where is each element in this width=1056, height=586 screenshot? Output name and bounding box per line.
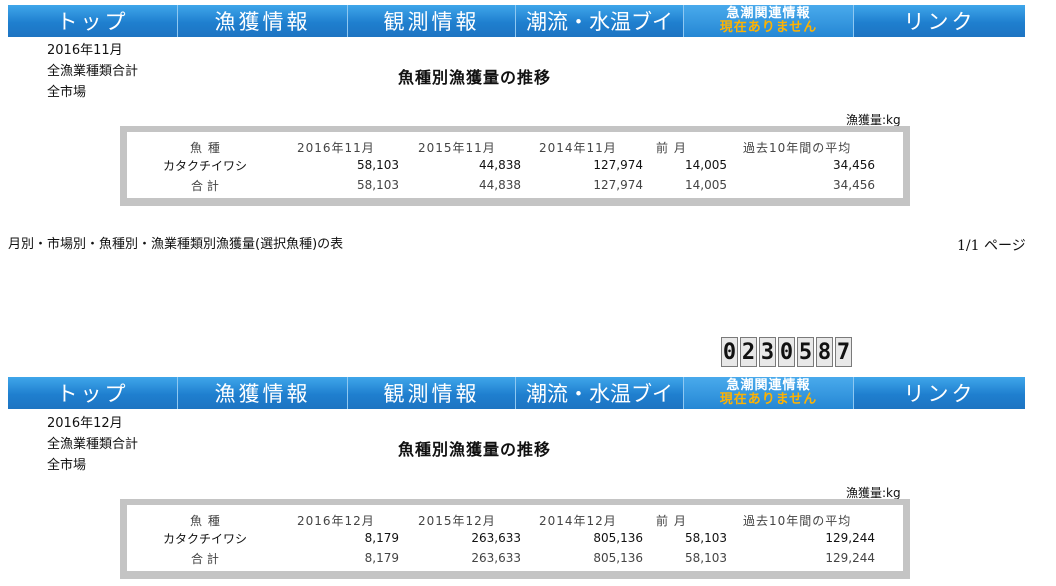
page-indicator: 1/1 ページ (957, 238, 1026, 254)
report-sector: 全漁業種類合計 (47, 64, 139, 79)
report-date: 2016年12月 (47, 416, 123, 431)
counter-digit: 8 (816, 337, 833, 367)
header-species: 魚 種 (190, 514, 221, 528)
total-last-year-value: 44,838 (479, 178, 521, 192)
header-two-years-ago: 2014年11月 (539, 141, 617, 155)
row-ten-year-average-value: 34,456 (833, 158, 875, 172)
row-two-years-ago-value: 127,974 (593, 158, 643, 172)
header-current: 2016年11月 (297, 141, 375, 155)
counter-digit: 0 (778, 337, 795, 367)
total-previous-month-value: 14,005 (685, 178, 727, 192)
nav-alert[interactable]: 急潮関連情報 現在ありません (684, 5, 854, 37)
alert-title: 急潮関連情報 (726, 6, 811, 21)
row-previous-month-value: 14,005 (685, 158, 727, 172)
counter-digit: 0 (721, 337, 738, 367)
visitor-counter: 0 2 3 0 5 8 7 (721, 337, 852, 367)
nav-buoy[interactable]: 潮流・水温ブイ (516, 5, 684, 37)
row-current-value: 58,103 (357, 158, 399, 172)
header-last-year: 2015年11月 (418, 141, 496, 155)
counter-digit: 7 (835, 337, 852, 367)
alert-status: 現在ありません (719, 392, 818, 407)
report-meta: 2016年12月 全漁業種類合計 全市場 (47, 413, 138, 476)
nav-buoy[interactable]: 潮流・水温ブイ (516, 377, 684, 409)
alert-title: 急潮関連情報 (726, 378, 811, 393)
counter-digit: 3 (759, 337, 776, 367)
nav-observation-info[interactable]: 観測情報 (348, 377, 516, 409)
total-previous-month-value: 58,103 (685, 551, 727, 565)
row-previous-month-value: 58,103 (685, 531, 727, 545)
nav-top[interactable]: トップ (8, 5, 178, 37)
row-last-year-value: 263,633 (471, 531, 521, 545)
nav-catch-info[interactable]: 漁獲情報 (178, 377, 348, 409)
report-market: 全市場 (47, 85, 87, 100)
total-last-year-value: 263,633 (471, 551, 521, 565)
counter-digit: 5 (797, 337, 814, 367)
row-species: カタクチイワシ (163, 532, 248, 546)
report-meta: 2016年11月 全漁業種類合計 全市場 (47, 40, 138, 103)
report-date: 2016年11月 (47, 43, 123, 58)
total-current-value: 58,103 (357, 178, 399, 192)
alert-status: 現在ありません (719, 20, 818, 35)
total-label: 合 計 (191, 552, 219, 566)
counter-digit: 2 (740, 337, 757, 367)
row-ten-year-average-value: 129,244 (825, 531, 875, 545)
header-previous-month: 前 月 (656, 514, 687, 528)
report-title: 魚種別漁獲量の推移 (398, 68, 552, 87)
header-ten-year-average: 過去10年間の平均 (743, 141, 852, 155)
total-current-value: 8,179 (364, 551, 399, 565)
row-last-year-value: 44,838 (479, 158, 521, 172)
total-two-years-ago-value: 127,974 (593, 178, 643, 192)
nav-alert[interactable]: 急潮関連情報 現在ありません (684, 377, 854, 409)
header-last-year: 2015年12月 (418, 514, 496, 528)
table-caption: 月別・市場別・魚種別・漁業種類別漁獲量(選択魚種)の表 (8, 237, 344, 252)
header-current: 2016年12月 (297, 514, 375, 528)
total-two-years-ago-value: 805,136 (593, 551, 643, 565)
header-species: 魚 種 (190, 141, 221, 155)
report-market: 全市場 (47, 458, 87, 473)
header-previous-month: 前 月 (656, 141, 687, 155)
report-sector: 全漁業種類合計 (47, 437, 139, 452)
report-title: 魚種別漁獲量の推移 (398, 440, 552, 459)
navigation-bar: トップ 漁獲情報 観測情報 潮流・水温ブイ 急潮関連情報 現在ありません リンク (8, 5, 1025, 37)
row-species: カタクチイワシ (163, 159, 248, 173)
total-label: 合 計 (191, 179, 219, 193)
nav-observation-info[interactable]: 観測情報 (348, 5, 516, 37)
nav-top[interactable]: トップ (8, 377, 178, 409)
catch-table: 魚 種 2016年11月 2015年11月 2014年11月 前 月 過去10年… (120, 126, 910, 206)
navigation-bar: トップ 漁獲情報 観測情報 潮流・水温ブイ 急潮関連情報 現在ありません リンク (8, 377, 1025, 409)
total-ten-year-average-value: 34,456 (833, 178, 875, 192)
row-current-value: 8,179 (364, 531, 399, 545)
catch-table: 魚 種 2016年12月 2015年12月 2014年12月 前 月 過去10年… (120, 499, 910, 579)
nav-link[interactable]: リンク (854, 5, 1025, 37)
nav-catch-info[interactable]: 漁獲情報 (178, 5, 348, 37)
header-ten-year-average: 過去10年間の平均 (743, 514, 852, 528)
header-two-years-ago: 2014年12月 (539, 514, 617, 528)
nav-link[interactable]: リンク (854, 377, 1025, 409)
row-two-years-ago-value: 805,136 (593, 531, 643, 545)
total-ten-year-average-value: 129,244 (825, 551, 875, 565)
